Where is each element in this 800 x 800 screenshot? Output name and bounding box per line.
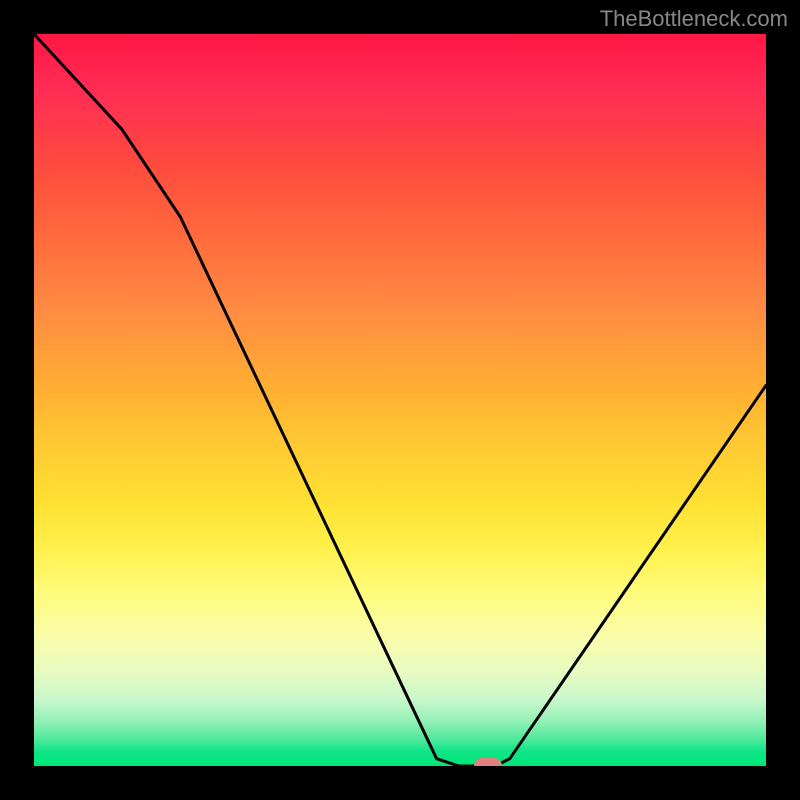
attribution-label: TheBottleneck.com (600, 6, 788, 32)
chart-plot-area (34, 34, 766, 766)
optimum-marker (474, 758, 502, 766)
bottleneck-curve (34, 34, 766, 766)
